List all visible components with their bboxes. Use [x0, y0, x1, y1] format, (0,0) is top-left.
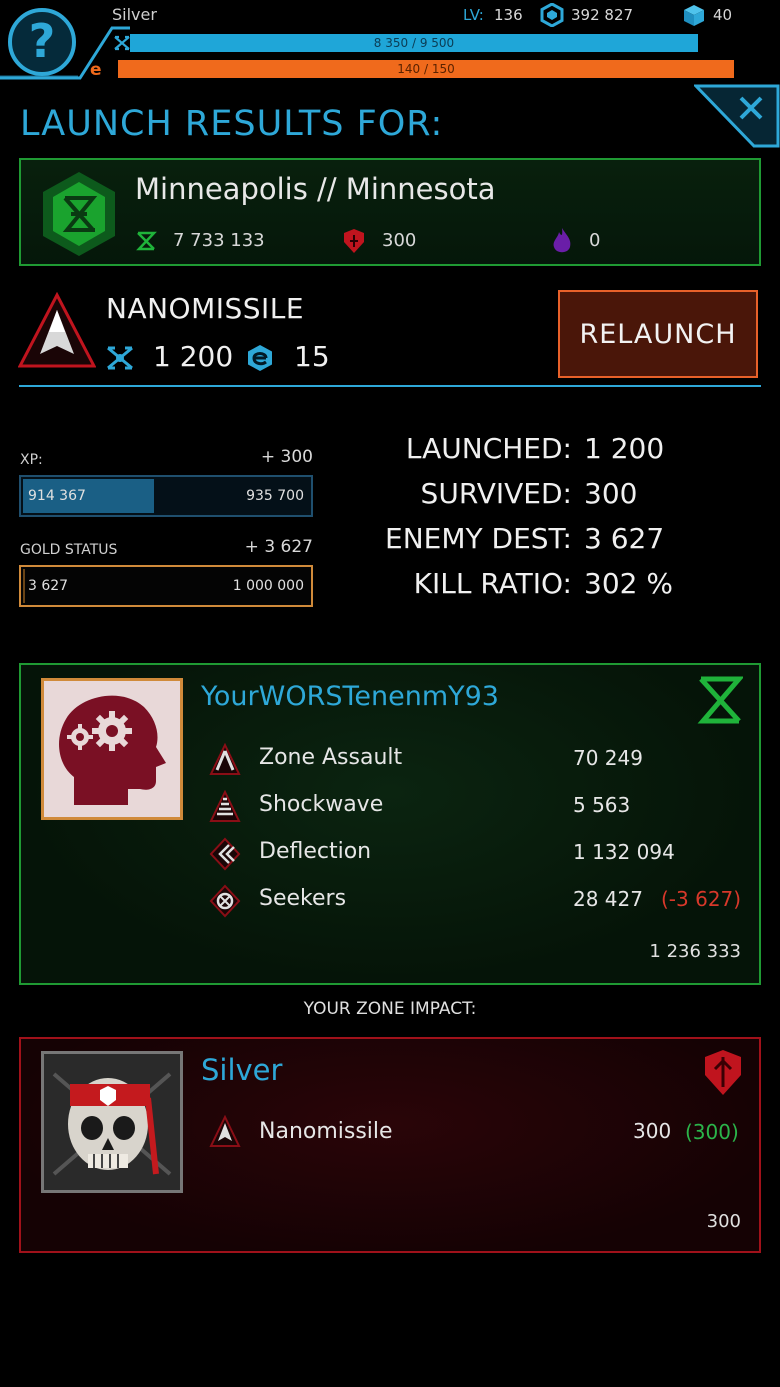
missile-cost: 1 200	[153, 340, 234, 373]
cube-icon	[684, 5, 704, 26]
player-name: Silver	[112, 5, 157, 24]
result-enemy-destroyed: ENEMY DEST: 3 627	[340, 522, 760, 555]
level-value: 136	[494, 6, 523, 24]
zone-purple-strength: 0	[589, 230, 601, 251]
impact-gain: (300)	[685, 1120, 739, 1144]
defense-value: 28 427	[573, 887, 643, 911]
relaunch-button[interactable]: RELAUNCH	[558, 290, 758, 378]
xp-progress-current: 914 367	[28, 488, 86, 504]
result-launched: LAUNCHED: 1 200	[340, 432, 760, 465]
result-survived: SURVIVED: 300	[340, 477, 760, 510]
result-value: 1 200	[584, 432, 665, 465]
credits-value: 392 827	[571, 6, 634, 24]
defense-label: Shockwave	[259, 792, 384, 817]
defense-label: Deflection	[259, 839, 372, 864]
deflection-icon	[209, 837, 241, 871]
missile-energy-cost: 15	[294, 340, 330, 373]
shockwave-icon	[209, 790, 241, 822]
cubes-value: 40	[713, 6, 733, 24]
result-value: 302 %	[584, 567, 673, 600]
gold-progress-current: 3 627	[28, 578, 69, 594]
energy-icon: e	[90, 60, 102, 80]
zone-impact-title: YOUR ZONE IMPACT:	[303, 999, 477, 1019]
green-faction-icon	[136, 231, 157, 251]
result-label: LAUNCHED:	[405, 432, 572, 465]
impact-label: Nanomissile	[259, 1119, 393, 1144]
xp-faction-icon	[114, 35, 130, 51]
target-zone-card[interactable]: Minneapolis // Minnesota 7 733 133 300 0	[19, 158, 761, 266]
energy-bar-text: 140 / 150	[397, 62, 455, 76]
defense-value: 5 563	[573, 793, 631, 817]
result-label: KILL RATIO:	[413, 567, 572, 600]
zone-green-strength: 7 733 133	[173, 230, 265, 251]
result-label: SURVIVED:	[420, 477, 572, 510]
help-button[interactable]: ?	[8, 8, 76, 76]
green-faction-icon	[697, 676, 743, 724]
xp-gain: + 300	[260, 447, 313, 467]
enemy-player-card[interactable]: YourWORSTenenmY93 Zone Assault 70 249 Sh…	[19, 663, 761, 985]
defense-label: Seekers	[259, 886, 347, 911]
xp-progress-bar: 914 367 935 700	[19, 475, 313, 517]
result-value: 300	[584, 477, 638, 510]
hex-energy-icon	[540, 3, 564, 27]
energy-bar: 140 / 150	[118, 60, 734, 78]
result-value: 3 627	[584, 522, 665, 555]
gold-status-label: GOLD STATUS	[20, 542, 118, 558]
own-player-card[interactable]: Silver Nanomissile 300 (300) 300	[19, 1037, 761, 1253]
red-faction-shield-icon	[705, 1050, 741, 1095]
xp-bar: 8 350 / 9 500	[130, 34, 698, 52]
skull-avatar-icon	[44, 1054, 180, 1190]
red-faction-shield-icon	[344, 229, 364, 253]
result-label: ENEMY DEST:	[385, 522, 572, 555]
gold-gain: + 3 627	[244, 537, 313, 557]
zone-assault-icon	[209, 743, 241, 775]
page-title: LAUNCH RESULTS FOR:	[20, 104, 444, 144]
green-faction-hex-icon	[43, 172, 115, 256]
impact-value: 300	[633, 1119, 672, 1143]
divider	[19, 385, 761, 387]
enemy-avatar[interactable]	[41, 678, 183, 820]
seekers-icon	[209, 884, 241, 918]
defense-value: 1 132 094	[573, 840, 675, 864]
nanomissile-icon	[209, 1115, 241, 1147]
xp-bar-text: 8 350 / 9 500	[373, 36, 455, 50]
enemy-player-name: YourWORSTenenmY93	[201, 681, 499, 712]
defense-value: 70 249	[573, 746, 643, 770]
nanomissile-icon	[18, 292, 96, 368]
energy-icon	[248, 345, 272, 371]
defense-loss: (-3 627)	[661, 887, 742, 911]
head-gears-avatar-icon	[44, 681, 180, 817]
enemy-total: 1 236 333	[649, 941, 741, 962]
own-player-name: Silver	[201, 1053, 283, 1087]
cost-icon	[107, 346, 133, 370]
gold-progress-bar: 3 627 1 000 000	[19, 565, 313, 607]
xp-label: XP:	[20, 452, 43, 468]
missile-name: NANOMISSILE	[106, 292, 305, 325]
defense-label: Zone Assault	[259, 745, 403, 770]
own-avatar[interactable]	[41, 1051, 183, 1193]
close-button[interactable]	[694, 84, 780, 150]
gold-progress-max: 1 000 000	[232, 578, 304, 594]
level-label: LV:	[463, 6, 484, 24]
zone-name: Minneapolis // Minnesota	[135, 172, 496, 206]
own-total: 300	[706, 1211, 741, 1232]
gold-progress-fill	[23, 569, 25, 603]
xp-progress-max: 935 700	[246, 488, 304, 504]
result-kill-ratio: KILL RATIO: 302 %	[340, 567, 760, 600]
zone-red-strength: 300	[382, 230, 417, 251]
purple-flame-icon	[553, 228, 571, 253]
